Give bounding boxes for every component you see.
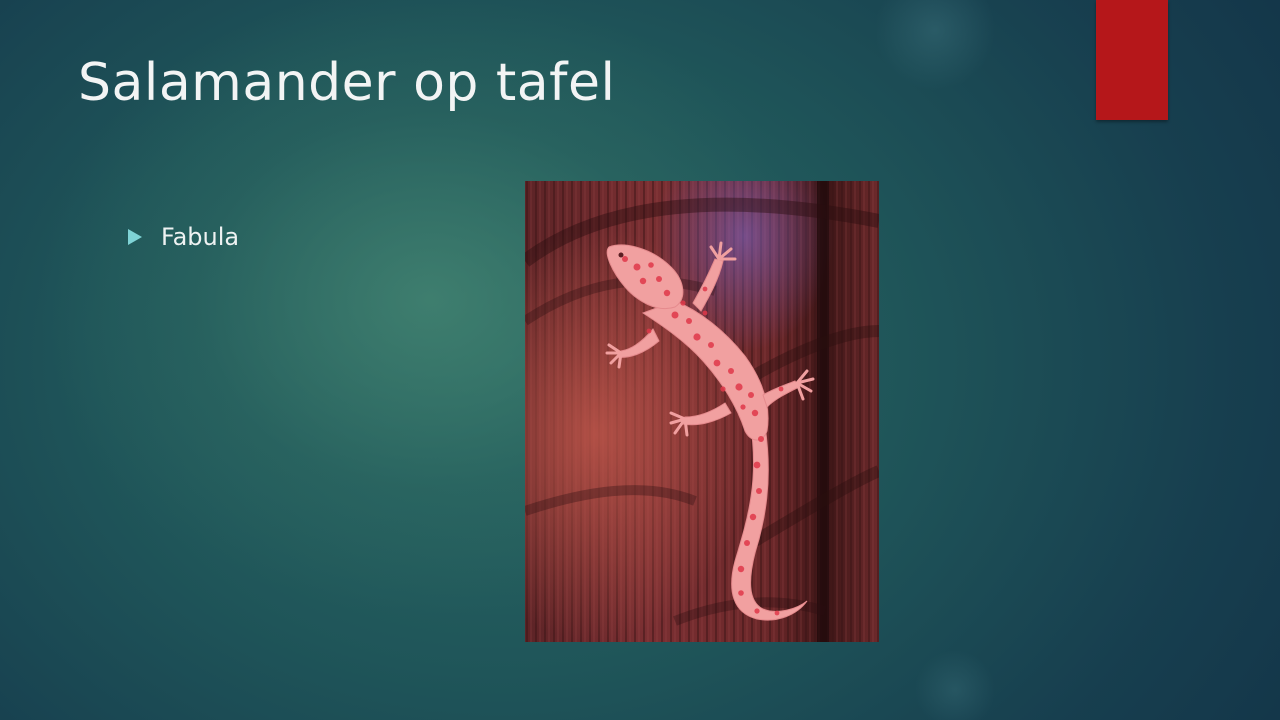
accent-tab	[1096, 0, 1168, 120]
gecko-photo	[525, 181, 879, 642]
slide-title: Salamander op tafel	[78, 53, 616, 113]
bullet-text: Fabula	[161, 223, 240, 251]
slide: Salamander op tafel Fabula	[0, 0, 1280, 720]
triangle-bullet-icon	[126, 228, 143, 246]
bullet-list-item: Fabula	[126, 222, 239, 252]
